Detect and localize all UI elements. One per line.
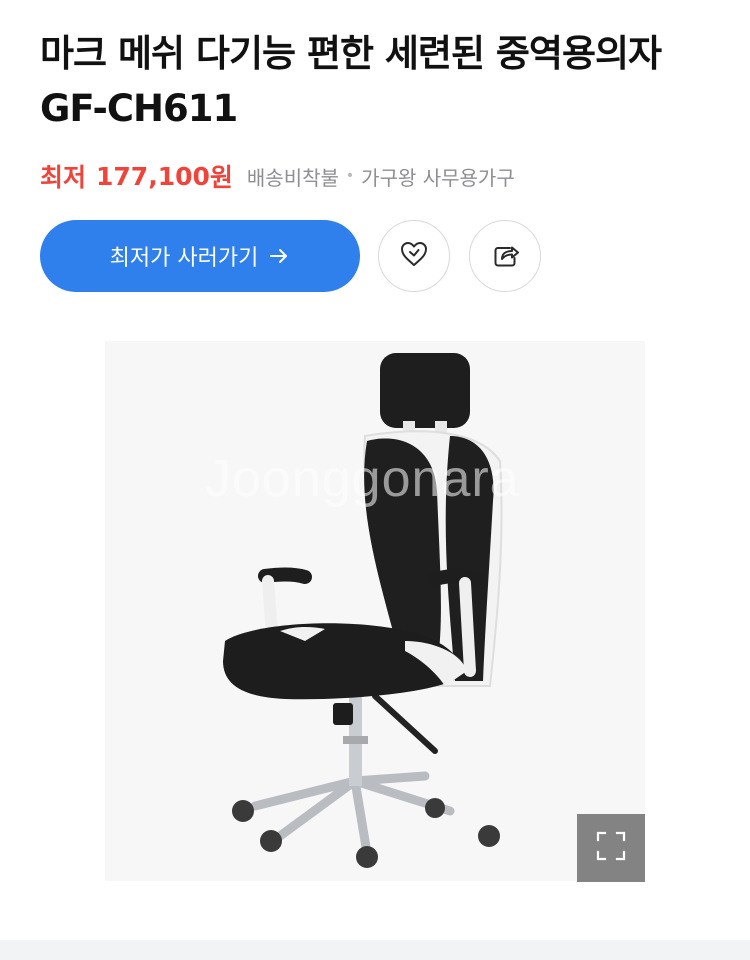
separator-dot: • xyxy=(345,168,355,184)
office-chair-illustration xyxy=(223,353,503,868)
share-icon xyxy=(490,240,520,272)
like-button[interactable] xyxy=(378,220,450,292)
section-divider xyxy=(0,940,750,960)
price-unit: 원 xyxy=(209,163,233,192)
seller-name: 가구왕 사무용가구 xyxy=(361,165,515,190)
buy-button-label: 최저가 사러가기 xyxy=(109,246,259,271)
buy-lowest-price-button[interactable]: 최저가 사러가기 xyxy=(40,220,360,292)
product-image[interactable]: Joonggonara xyxy=(105,341,645,881)
expand-icon xyxy=(594,829,628,867)
product-title: 마크 메쉬 다기능 편한 세련된 중역용의자 GF-CH611 xyxy=(40,32,662,130)
share-button[interactable] xyxy=(469,220,541,292)
heart-outline-icon xyxy=(399,240,429,272)
shipping-info: 배송비착불 xyxy=(246,165,339,190)
price-row: 최저 177,100 원 배송비착불 • 가구왕 사무용가구 xyxy=(40,156,515,196)
price-label: 최저 xyxy=(40,163,87,192)
image-watermark: Joonggonara xyxy=(205,450,520,508)
zoom-button[interactable] xyxy=(577,814,645,882)
price-value: 177,100 xyxy=(96,161,210,191)
arrow-right-icon xyxy=(268,245,290,267)
